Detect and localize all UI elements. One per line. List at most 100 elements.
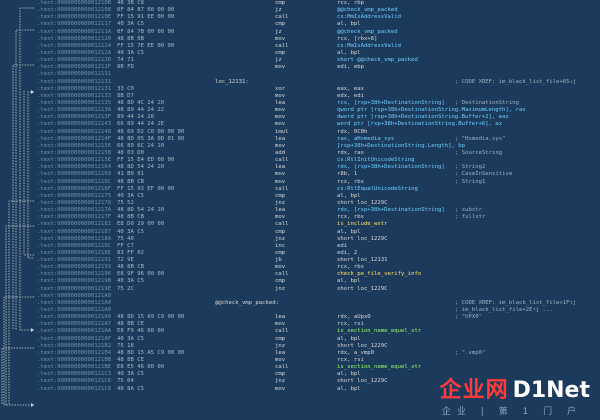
code-line[interactable]: .text:0000000000012156 66 89 6C 24 20 mov […: [37, 143, 600, 150]
operands: al, bpl: [337, 385, 361, 392]
code-line[interactable]: .text:000000000001212D 74 71 jz short @@che…: [37, 57, 600, 64]
code-line[interactable]: .text:000000000001217F 48 8B CB mov rcx, rb…: [37, 214, 600, 221]
line-address: .text:00000000000121A0: [37, 307, 112, 314]
line-address: .text:0000000000012135: [37, 99, 112, 106]
code-line[interactable]: .text:0000000000012178 75 52 jnz short loc_…: [37, 200, 600, 207]
xref-comment: ; CODE XREF: im_black_list_file+65↓j: [455, 78, 577, 85]
line-comment: ; ".vmp0": [455, 349, 486, 356]
code-line[interactable]: .text:000000000001218C FF C7 inc edi: [37, 243, 600, 250]
operands: rcx, [rsp+38h+DestinationString]: [337, 99, 445, 106]
code-line[interactable]: .text:000000000001217A 48 8D 54 24 20 lea r…: [37, 207, 600, 214]
code-line[interactable]: .text:000000000001212F 8B FD mov edi, ebp: [37, 64, 600, 71]
mnemonic: jz: [275, 7, 282, 14]
code-line[interactable]: .text:00000000000121A0 48 8D 15 A9 C9 00 …: [37, 314, 600, 321]
line-address: .text:000000000001215E: [37, 157, 112, 164]
code-line[interactable]: .text:0000000000012191 72 9E jb short loc_1…: [37, 257, 600, 264]
code-line[interactable]: .text:00000000000121AA E8 F9 46 00 00 call…: [37, 328, 600, 335]
mnemonic: call: [275, 14, 289, 21]
code-line[interactable]: .text:000000000001210E FF 15 91 EE 00 00 c…: [37, 14, 600, 21]
line-address: .text:000000000001216F: [37, 185, 112, 192]
code-line[interactable]: .text:00000000000121BB 48 8B CE mov rcx, rs…: [37, 357, 600, 364]
mnemonic: jnz: [275, 285, 286, 292]
line-address: .text:000000000001218E: [37, 249, 112, 256]
line-address: .text:00000000000121B2: [37, 342, 112, 349]
code-line[interactable]: .text:000000000001212A 40 3A C5 cmp al, bpl: [37, 50, 600, 57]
opcode-bytes: 72 9E: [117, 257, 134, 264]
code-line[interactable]: .text:0000000000012148 48 69 D2 C0 00 00 …: [37, 129, 600, 136]
line-address: .text:000000000001212F: [37, 64, 112, 71]
opcode-bytes: 48 8B CB: [117, 214, 144, 221]
code-line[interactable]: .text:0000000000012196 E8 9F 96 00 00 call…: [37, 271, 600, 278]
opcode-bytes: 75 52: [117, 199, 134, 206]
code-line[interactable]: .text:0000000000012187 40 3A C5 cmp al, bpl: [37, 229, 600, 236]
opcode-bytes: 8B D7: [117, 92, 134, 99]
code-line[interactable]: .text:0000000000012182 E8 D0 29 00 00 call…: [37, 221, 600, 228]
code-line[interactable]: .text:00000000000121A0: [37, 293, 600, 300]
opcode-bytes: 48 8B CE: [117, 357, 144, 364]
code-line[interactable]: .text:00000000000121A7 48 8B CE mov rcx, rs…: [37, 321, 600, 328]
code-line[interactable]: .text:0000000000012169 41 B0 01 mov r8b, 1;…: [37, 171, 600, 178]
code-line[interactable]: .text:000000000001213A 48 89 44 24 22 mov q…: [37, 107, 600, 114]
opcode-bytes: 40 3A C5: [117, 192, 144, 199]
code-line[interactable]: .text:00000000000121A0 ; im_black_list_fi…: [37, 307, 600, 314]
code-line[interactable]: .text:00000000000121AF 40 3A C5 cmp al, bpl: [37, 336, 600, 343]
opcode-bytes: 48 8D 54 24 20: [117, 164, 165, 171]
mnemonic: cmp: [275, 249, 286, 256]
operands: al, bpl: [337, 228, 361, 235]
code-line[interactable]: .text:0000000000012133 8B D7 mov edx, edi: [37, 93, 600, 100]
operands: cs:RtlEqualUnicodeString: [337, 185, 418, 192]
operands: short loc_1229C: [337, 285, 388, 292]
code-line[interactable]: .text:0000000000012193 48 8B CB mov rcx, rb…: [37, 264, 600, 271]
mnemonic: lea: [275, 135, 286, 142]
code-line[interactable]: .text:0000000000012143 66 89 44 24 2E mov w…: [37, 121, 600, 128]
code-line[interactable]: .text:000000000001219E 75 2C jnz short loc_…: [37, 286, 600, 293]
code-line[interactable]: .text:000000000001213F 89 44 24 28 mov dwor…: [37, 114, 600, 121]
code-line[interactable]: .text:000000000001218A 75 40 jnz short loc_…: [37, 236, 600, 243]
watermark-sub: 企业 | 第 1 门 户: [441, 406, 582, 417]
code-line[interactable]: .text:0000000000012175 40 3A C5 cmp al, bpl: [37, 193, 600, 200]
code-line[interactable]: .text:0000000000012131 loc_12131: ; CODE X…: [37, 79, 600, 86]
mnemonic: inc: [275, 242, 286, 249]
mnemonic: lea: [275, 349, 286, 356]
code-line[interactable]: .text:000000000001216F FF 15 93 EF 00 00 c…: [37, 186, 600, 193]
code-line[interactable]: .text:00000000000121B2 75 18 jnz short loc_…: [37, 343, 600, 350]
mnemonic: jnz: [275, 378, 286, 385]
mnemonic: cmp: [275, 228, 286, 235]
code-line[interactable]: .text:00000000000121A0 @@check_vmp_packed…: [37, 300, 600, 307]
mnemonic: mov: [275, 107, 286, 114]
mnemonic: lea: [275, 164, 286, 171]
code-line[interactable]: .text:000000000001219B 40 3A C5 cmp al, bpl: [37, 278, 600, 285]
code-line[interactable]: .text:00000000000121B4 48 8D 15 A5 C9 00 …: [37, 350, 600, 357]
disassembly-listing[interactable]: .text:000000000001210B 48 3B C8 cmp rcx, rb…: [37, 0, 600, 393]
code-line[interactable]: .text:000000000001215E FF 15 E4 ED 00 00 c…: [37, 157, 600, 164]
code-line[interactable]: .text:0000000000012164 48 8D 54 24 20 lea r…: [37, 164, 600, 171]
mnemonic: imul: [275, 128, 289, 135]
operands: al, bpl: [337, 278, 361, 285]
line-address: .text:000000000001219B: [37, 278, 112, 285]
code-line[interactable]: .text:000000000001214F 48 8D 05 3A 0D 01 …: [37, 136, 600, 143]
code-line[interactable]: .text:0000000000012135 48 8D 4C 24 20 lea r…: [37, 100, 600, 107]
operands: rcx, rbx: [337, 178, 364, 185]
code-line[interactable]: .text:0000000000012120 48 8B 0B mov rcx, [r…: [37, 36, 600, 43]
line-address: .text:000000000001210E: [37, 14, 112, 21]
code-line[interactable]: .text:0000000000012131 33 C0 xor eax, eax: [37, 86, 600, 93]
line-comment: ; String2: [455, 164, 486, 171]
code-line[interactable]: .text:000000000001210B 48 3B C8 cmp rcx, rb…: [37, 0, 600, 7]
operands: cs:MmIsAddressValid: [337, 42, 401, 49]
opcode-bytes: 75 40: [117, 235, 134, 242]
code-line[interactable]: .text:000000000001216C 48 8B CB mov rcx, rb…: [37, 179, 600, 186]
code-line[interactable]: .text:000000000001215B 48 03 D0 add rdx, ra…: [37, 150, 600, 157]
code-line[interactable]: .text:000000000001211A 0F 84 7B 00 00 00 j…: [37, 29, 600, 36]
opcode-bytes: 48 03 D0: [117, 149, 144, 156]
mnemonic: add: [275, 149, 286, 156]
code-line[interactable]: .text:0000000000012117 40 3A C5 cmp al, bpl: [37, 21, 600, 28]
mnemonic: call: [275, 364, 289, 371]
code-line[interactable]: .text:0000000000012124 FF 15 7E EE 00 00 c…: [37, 43, 600, 50]
code-line[interactable]: .text:0000000000012108 0F 84 87 00 00 00 j…: [37, 7, 600, 14]
code-line[interactable]: .text:0000000000012131: [37, 71, 600, 78]
opcode-bytes: 33 C0: [117, 85, 134, 92]
code-line[interactable]: .text:000000000001218E 83 FF 02 cmp edi, 2: [37, 250, 600, 257]
operands: edx, edi: [337, 92, 364, 99]
operands: short loc_1229C: [337, 378, 388, 385]
code-line[interactable]: .text:00000000000121BE E8 E5 46 00 00 call…: [37, 364, 600, 371]
